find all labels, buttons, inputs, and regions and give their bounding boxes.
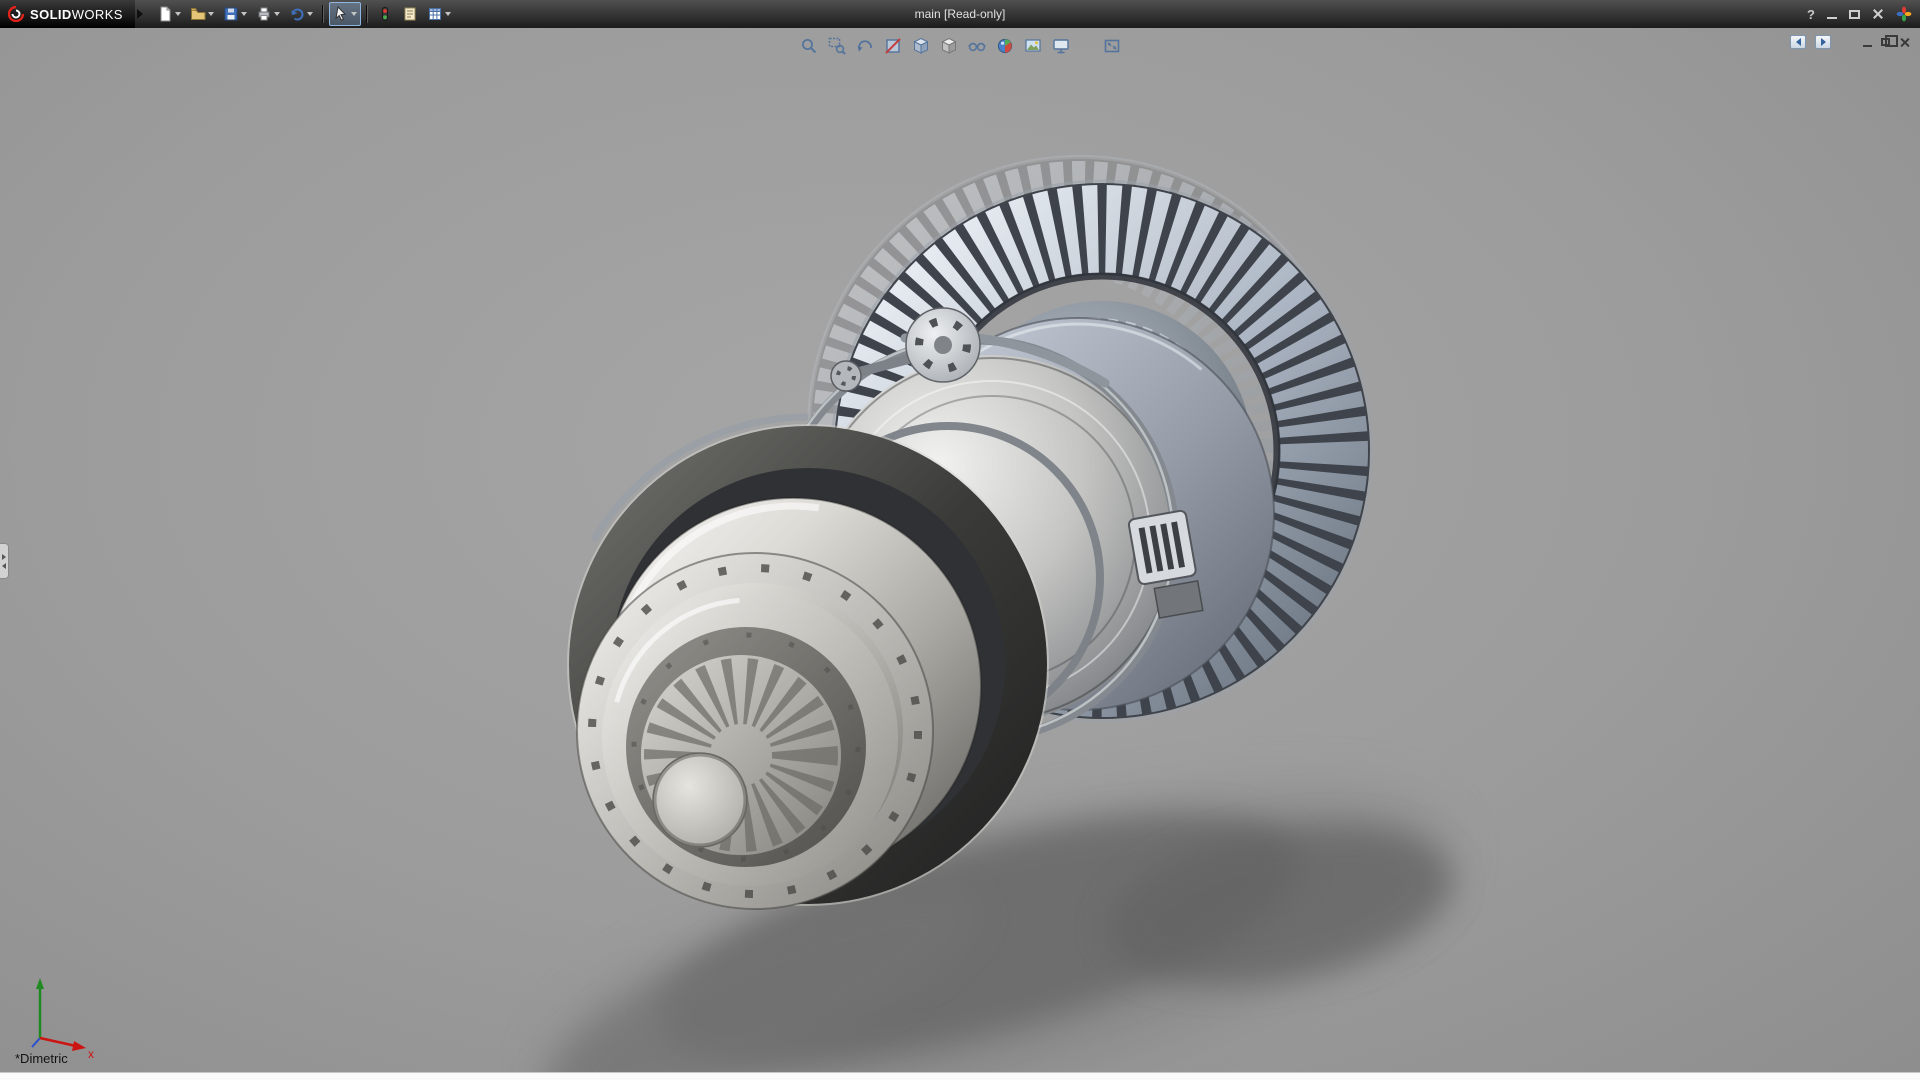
section-view-button[interactable]	[881, 35, 904, 57]
orientation-triad: x	[32, 978, 94, 1061]
select-cursor-icon	[333, 6, 349, 22]
minimize-document-button[interactable]	[1863, 45, 1872, 47]
new-document-icon	[157, 6, 173, 22]
options-table-icon	[427, 6, 443, 22]
splitter-arrow-icon	[2, 554, 6, 560]
glasses-icon	[967, 36, 987, 56]
select-button[interactable]	[329, 2, 361, 26]
undo-icon	[289, 6, 305, 22]
solidworks-logo: SOLIDWORKS	[0, 0, 135, 28]
zoom-to-area-button[interactable]	[825, 35, 848, 57]
toolbar-separator	[322, 5, 324, 23]
print-button[interactable]	[252, 2, 284, 26]
open-document-button[interactable]	[186, 2, 218, 26]
dropdown-caret[interactable]	[274, 12, 280, 16]
view-orientation-button[interactable]	[909, 35, 932, 57]
hide-show-items-button[interactable]	[965, 35, 988, 57]
solidworks-window: SOLIDWORKS	[0, 0, 1920, 1080]
view-settings-icon	[1051, 36, 1071, 56]
close-button[interactable]	[1872, 8, 1884, 20]
apply-scene-button[interactable]	[1021, 35, 1044, 57]
titlebar: SOLIDWORKS	[0, 0, 1920, 28]
display-style-button[interactable]	[937, 35, 960, 57]
appearance-sphere-icon	[995, 36, 1015, 56]
zoom-to-area-icon	[827, 36, 847, 56]
undo-button[interactable]	[285, 2, 317, 26]
toolbar-separator	[366, 5, 368, 23]
previous-view-button[interactable]	[853, 35, 876, 57]
display-style-cube-icon	[939, 36, 959, 56]
zoom-to-fit-button[interactable]	[797, 35, 820, 57]
brand-text: SOLIDWORKS	[30, 7, 123, 22]
document-window-controls	[1790, 35, 1910, 49]
view-settings-button[interactable]	[1049, 35, 1072, 57]
viewport-3d-scene[interactable]: x	[0, 28, 1920, 1072]
dropdown-caret[interactable]	[351, 12, 357, 16]
triad-x-label: x	[88, 1047, 94, 1061]
scene-icon	[1023, 36, 1043, 56]
dropdown-caret[interactable]	[208, 12, 214, 16]
close-document-button[interactable]	[1899, 37, 1910, 48]
section-view-icon	[883, 36, 903, 56]
dropdown-caret[interactable]	[445, 12, 451, 16]
window-controls: ?	[1807, 6, 1920, 22]
stoplight-icon	[377, 6, 393, 22]
options-button[interactable]	[423, 2, 455, 26]
main-toolbar	[153, 0, 455, 28]
file-properties-button[interactable]	[398, 2, 422, 26]
status-bar	[0, 1072, 1920, 1080]
graphics-area[interactable]: x	[0, 28, 1920, 1072]
panel-arrow-icon	[1821, 38, 1826, 46]
dropdown-caret[interactable]	[307, 12, 313, 16]
restore-document-button[interactable]	[1881, 38, 1890, 46]
file-properties-icon	[402, 6, 418, 22]
save-icon	[223, 6, 239, 22]
help-button[interactable]: ?	[1807, 7, 1815, 22]
view-orientation-label: *Dimetric	[15, 1051, 68, 1066]
new-document-button[interactable]	[153, 2, 185, 26]
solidworks-resources-icon[interactable]	[1896, 6, 1912, 22]
minimize-button[interactable]	[1827, 17, 1837, 19]
show-display-pane-button[interactable]	[1815, 35, 1831, 49]
show-feature-manager-button[interactable]	[1790, 35, 1806, 49]
edit-appearance-button[interactable]	[993, 35, 1016, 57]
dropdown-caret[interactable]	[241, 12, 247, 16]
panel-arrow-icon	[1796, 38, 1801, 46]
open-document-icon	[190, 6, 206, 22]
feature-manager-splitter-tab[interactable]	[0, 543, 9, 579]
save-button[interactable]	[219, 2, 251, 26]
print-icon	[256, 6, 272, 22]
heads-up-view-toolbar	[797, 35, 1123, 57]
maximize-button[interactable]	[1849, 10, 1860, 19]
view-stoplight-button[interactable]	[373, 2, 397, 26]
dassault-swirl-icon	[8, 6, 24, 22]
zoom-to-fit-icon	[799, 36, 819, 56]
previous-view-icon	[855, 36, 875, 56]
full-screen-button[interactable]	[1100, 35, 1123, 57]
dropdown-caret[interactable]	[175, 12, 181, 16]
splitter-arrow-icon	[2, 563, 6, 569]
view-orientation-cube-icon	[911, 36, 931, 56]
full-screen-icon	[1102, 36, 1122, 56]
menu-flyout-arrow[interactable]	[137, 9, 143, 19]
